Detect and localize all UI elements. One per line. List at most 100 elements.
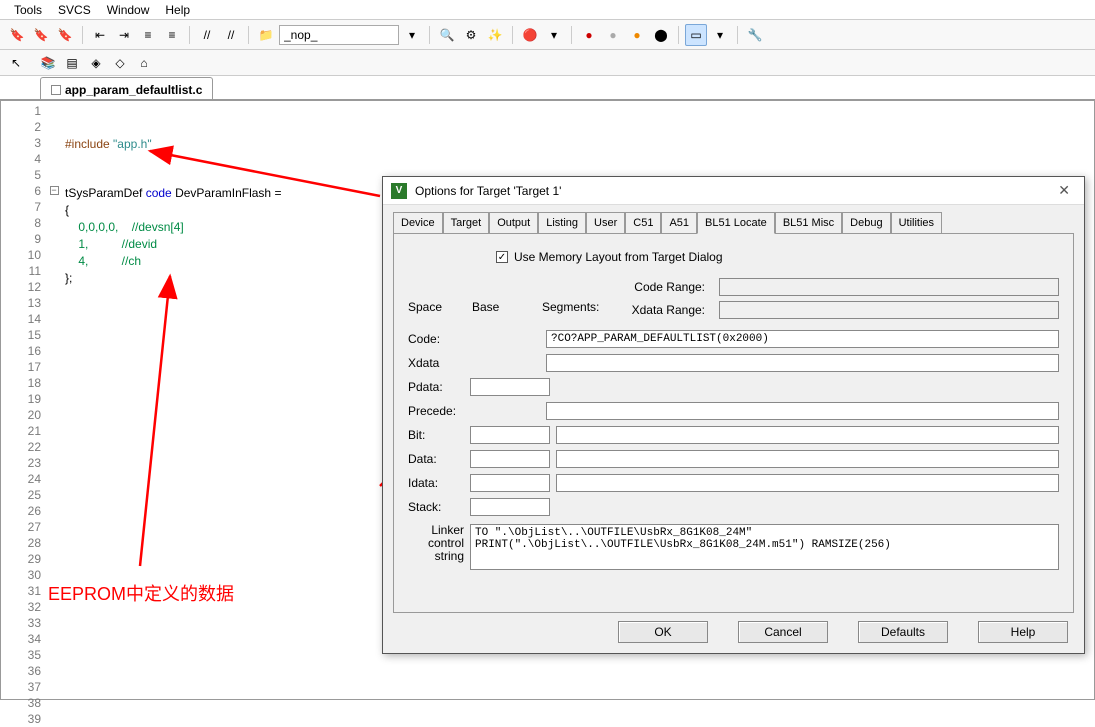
line-number: 3 — [1, 135, 41, 151]
bit-base-field[interactable] — [470, 426, 550, 444]
col-space-label: Space — [408, 300, 472, 314]
line-number: 7 — [1, 199, 41, 215]
xdata-range-field[interactable] — [719, 301, 1059, 319]
help-button[interactable]: Help — [978, 621, 1068, 643]
idata-base-field[interactable] — [470, 474, 550, 492]
dialog-tab-user[interactable]: User — [586, 212, 625, 234]
bookmark-prev-icon[interactable]: 🔖 — [6, 24, 28, 46]
grey-dot-icon[interactable]: ● — [602, 24, 624, 46]
menu-tools[interactable]: Tools — [8, 1, 48, 19]
close-icon[interactable]: ✕ — [1052, 180, 1076, 201]
line-number: 19 — [1, 391, 41, 407]
indent-right-icon[interactable]: ⇥ — [113, 24, 135, 46]
bookmark-clear-icon[interactable]: 🔖 — [54, 24, 76, 46]
line-number: 9 — [1, 231, 41, 247]
dialog-titlebar[interactable]: V Options for Target 'Target 1' ✕ — [383, 177, 1084, 205]
defaults-button[interactable]: Defaults — [858, 621, 948, 643]
menu-bar: Tools SVCS Window Help — [0, 0, 1095, 20]
line-number: 35 — [1, 647, 41, 663]
linker-control-string-field[interactable]: TO ".\ObjList\..\OUTFILE\UsbRx_8G1K08_24… — [470, 524, 1059, 570]
code-range-field[interactable] — [719, 278, 1059, 296]
stack-icon[interactable]: ▤ — [62, 53, 82, 73]
wrench-icon[interactable]: 🔧 — [744, 24, 766, 46]
dialog-tab-utilities[interactable]: Utilities — [891, 212, 942, 234]
indent-left-icon[interactable]: ⇤ — [89, 24, 111, 46]
ok-button[interactable]: OK — [618, 621, 708, 643]
uncomment-icon[interactable]: // — [220, 24, 242, 46]
cursor-icon[interactable]: ↖ — [6, 53, 26, 73]
outdent-icon[interactable]: ≡ — [137, 24, 159, 46]
wand-icon[interactable]: ✨ — [484, 24, 506, 46]
dialog-tab-target[interactable]: Target — [443, 212, 490, 234]
line-number: 4 — [1, 151, 41, 167]
find-input[interactable] — [279, 25, 399, 45]
books-icon[interactable]: 📚 — [38, 53, 58, 73]
line-number: 34 — [1, 631, 41, 647]
line-number: 13 — [1, 295, 41, 311]
home-icon[interactable]: ⌂ — [134, 53, 154, 73]
multi-dot-icon[interactable]: ⬤ — [650, 24, 672, 46]
xdata-label: Xdata — [408, 356, 464, 370]
menu-window[interactable]: Window — [101, 1, 156, 19]
line-number: 5 — [1, 167, 41, 183]
file-tab[interactable]: app_param_defaultlist.c — [40, 77, 213, 99]
line-gutter: 1234567891011121314151617181920212223242… — [1, 101, 47, 699]
comment-icon[interactable]: // — [196, 24, 218, 46]
line-number: 38 — [1, 695, 41, 711]
use-memory-layout-checkbox[interactable]: ✓ Use Memory Layout from Target Dialog — [496, 250, 1059, 264]
dialog-tab-device[interactable]: Device — [393, 212, 443, 234]
stack-base-field[interactable] — [470, 498, 550, 516]
file-icon — [51, 85, 61, 95]
diamond-icon[interactable]: ◈ — [86, 53, 106, 73]
file-tabstrip: app_param_defaultlist.c — [0, 76, 1095, 100]
pdata-base-field[interactable] — [470, 378, 550, 396]
line-number: 21 — [1, 423, 41, 439]
menu-svcs[interactable]: SVCS — [52, 1, 97, 19]
line-number: 1 — [1, 103, 41, 119]
line-number: 2 — [1, 119, 41, 135]
red-dot-icon[interactable]: ● — [578, 24, 600, 46]
pdata-label: Pdata: — [408, 380, 464, 394]
bit-label: Bit: — [408, 428, 464, 442]
precede-segments-field[interactable] — [546, 402, 1059, 420]
line-number: 8 — [1, 215, 41, 231]
xdata-range-label: Xdata Range: — [628, 303, 713, 317]
dialog-tab-listing[interactable]: Listing — [538, 212, 586, 234]
line-number: 16 — [1, 343, 41, 359]
line-number: 27 — [1, 519, 41, 535]
dialog-tab-debug[interactable]: Debug — [842, 212, 890, 234]
cancel-button[interactable]: Cancel — [738, 621, 828, 643]
xdata-segments-field[interactable] — [546, 354, 1059, 372]
line-number: 25 — [1, 487, 41, 503]
dropdown-icon[interactable]: ▾ — [401, 24, 423, 46]
window-icon[interactable]: ▭ — [685, 24, 707, 46]
fold-box-icon[interactable]: − — [50, 186, 59, 195]
line-number: 12 — [1, 279, 41, 295]
menu-help[interactable]: Help — [159, 1, 196, 19]
folder-icon[interactable]: 📁 — [255, 24, 277, 46]
dialog-tab-c51[interactable]: C51 — [625, 212, 661, 234]
dialog-title: Options for Target 'Target 1' — [415, 184, 561, 198]
col-segments-label: Segments: — [542, 300, 622, 314]
dropdown2-icon[interactable]: ▾ — [543, 24, 565, 46]
line-number: 29 — [1, 551, 41, 567]
nav-icon[interactable]: ◇ — [110, 53, 130, 73]
dialog-tab-output[interactable]: Output — [489, 212, 538, 234]
debug-icon[interactable]: 🔴 — [519, 24, 541, 46]
dialog-tab-bl51-locate[interactable]: BL51 Locate — [697, 212, 775, 234]
precede-label: Precede: — [408, 404, 464, 418]
config-icon[interactable]: ⚙ — [460, 24, 482, 46]
line-number: 6 — [1, 183, 41, 199]
orange-dot-icon[interactable]: ● — [626, 24, 648, 46]
bit-segments-field[interactable] — [556, 426, 1059, 444]
dialog-tab-a51[interactable]: A51 — [661, 212, 697, 234]
data-base-field[interactable] — [470, 450, 550, 468]
dialog-tab-bl51-misc[interactable]: BL51 Misc — [775, 212, 842, 234]
find-icon[interactable]: 🔍 — [436, 24, 458, 46]
data-segments-field[interactable] — [556, 450, 1059, 468]
bookmark-next-icon[interactable]: 🔖 — [30, 24, 52, 46]
code-segments-field[interactable]: ?CO?APP_PARAM_DEFAULTLIST(0x2000) — [546, 330, 1059, 348]
indent-icon[interactable]: ≡ — [161, 24, 183, 46]
dropdown3-icon[interactable]: ▾ — [709, 24, 731, 46]
idata-segments-field[interactable] — [556, 474, 1059, 492]
